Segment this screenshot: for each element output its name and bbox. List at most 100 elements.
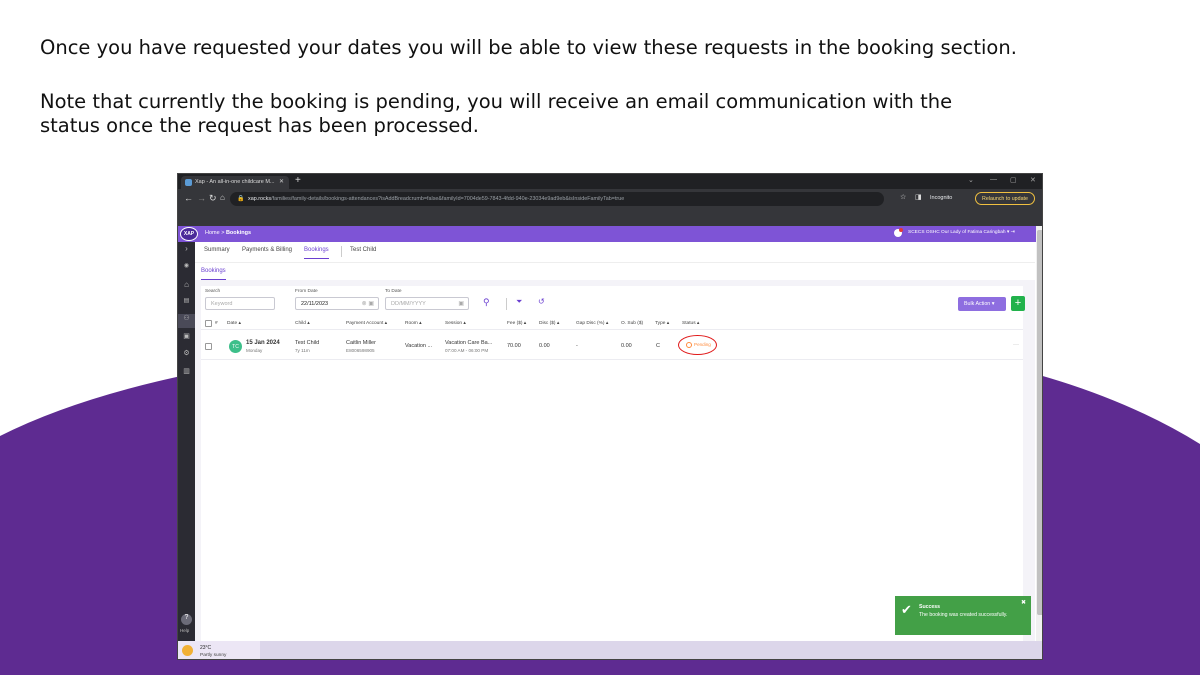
help-icon[interactable]: ? [181, 614, 192, 625]
back-arrow-icon[interactable]: ← [184, 193, 193, 203]
row-day: Monday [246, 348, 263, 353]
minimize-icon[interactable]: — [990, 176, 997, 183]
side-panel-icon[interactable]: ◨ [915, 193, 922, 201]
relaunch-to-update-button[interactable]: Relaunch to update [975, 192, 1035, 205]
col-date[interactable]: Date ▴ [227, 321, 241, 326]
col-room[interactable]: Room ▴ [405, 321, 422, 326]
close-window-icon[interactable]: ✕ [1030, 176, 1036, 184]
temperature: 23°C [200, 645, 212, 651]
weather-widget[interactable]: 23°C Partly sunny [178, 641, 260, 659]
partly-sunny-icon [182, 645, 193, 656]
col-status[interactable]: Status ▴ [682, 321, 699, 326]
keyword-search-input[interactable]: Keyword [205, 297, 275, 310]
add-booking-button[interactable]: + [1011, 296, 1025, 311]
bulk-action-label: Bulk Action [964, 301, 991, 307]
expand-chevron-icon[interactable]: › [178, 244, 195, 258]
cs-badge-icon[interactable]: ◉ [178, 262, 195, 276]
centre-selector[interactable]: SCECS OSHC Our Lady of Fatima Caringbah … [908, 230, 1015, 235]
lock-icon: 🔒 [237, 196, 245, 202]
col-child[interactable]: Child ▴ [295, 321, 310, 326]
from-date-label: From Date [295, 289, 318, 294]
header-divider [201, 329, 1023, 330]
reports-nav-icon[interactable]: ▥ [178, 367, 195, 381]
reload-icon[interactable]: ↻ [209, 193, 217, 204]
to-date-label: To Date [385, 289, 402, 294]
row-fee: 70.00 [507, 343, 521, 349]
tab-bookings-inner[interactable]: Bookings [201, 268, 226, 280]
from-date-value: 22/11/2023 [301, 301, 329, 307]
col-o-sub: O. Sub ($) [621, 321, 644, 326]
close-tab-icon[interactable]: ✕ [279, 178, 284, 185]
url-path: /families/family-details/bookings-attend… [271, 196, 625, 202]
search-label: Search [205, 289, 221, 294]
slide: Once you have requested your dates you w… [0, 0, 1200, 675]
col-gap-disc[interactable]: Gap Disc (%) ▴ [576, 321, 608, 326]
browser-tab-title: Xap - An all-in-one childcare M... [195, 179, 275, 185]
row-date: 15 Jan 2024 [246, 340, 280, 346]
row-checkbox[interactable] [205, 343, 212, 350]
new-tab-icon[interactable]: + [295, 175, 301, 186]
toast-title: Success [919, 604, 941, 610]
calendar-icon[interactable]: ⊗ ▣ [362, 300, 374, 307]
select-all-checkbox[interactable] [205, 320, 212, 327]
row-child[interactable]: Test Child [295, 340, 319, 346]
scrollbar-thumb[interactable] [1037, 230, 1042, 615]
help-label: Help [180, 628, 190, 633]
side-navigation: › ◉ ⌂ ▤ ⚇ ▣ ⚙ ▥ ? Help [178, 242, 195, 644]
from-date-input[interactable]: 22/11/2023 ⊗ ▣ [295, 297, 379, 310]
highlight-circle [678, 335, 717, 355]
instruction-text-2: Note that currently the booking is pendi… [40, 90, 953, 137]
centre-name: SCECS OSHC Our Lady of Fatima Caringbah [908, 230, 1006, 235]
bookings-inner-tabs: Bookings [195, 262, 1035, 280]
to-date-input[interactable]: DD/MM/YYYY ▣ [385, 297, 469, 310]
restore-icon[interactable]: ▢ [1010, 176, 1017, 184]
avatar: TC [229, 340, 242, 353]
col-payment-account[interactable]: Payment Account ▴ [346, 321, 387, 326]
xap-logo[interactable]: XAP [180, 227, 198, 241]
browser-screenshot: Xap - An all-in-one childcare M... ✕ + ⌄… [177, 173, 1043, 660]
chart-nav-icon[interactable]: ▤ [178, 297, 195, 311]
main-content: Summary Payments & Billing Bookings Test… [195, 242, 1035, 644]
calendar-icon[interactable]: ▣ [458, 300, 464, 307]
col-disc-dollar[interactable]: Disc ($) ▴ [539, 321, 559, 326]
families-nav-icon[interactable]: ⚇ [178, 314, 195, 328]
close-toast-icon[interactable]: ✖ [1021, 599, 1026, 606]
bookmark-star-icon[interactable]: ☆ [900, 193, 906, 201]
search-icon[interactable]: ⚲ [483, 297, 490, 308]
browser-tab-bar: Xap - An all-in-one childcare M... ✕ + ⌄… [178, 174, 1042, 189]
bookmark-bar [178, 209, 1042, 226]
breadcrumb: Home > Bookings [205, 230, 251, 236]
address-bar-row: ← → ↻ ⌂ 🔒 xap.rocks/families/family-deta… [178, 189, 1042, 209]
col-session[interactable]: Session ▴ [445, 321, 466, 326]
col-type[interactable]: Type ▴ [655, 321, 669, 326]
instruction-text-1: Once you have requested your dates you w… [40, 36, 1017, 59]
row-more-icon[interactable]: ··· [1013, 342, 1019, 348]
forward-arrow-icon[interactable]: → [197, 193, 206, 203]
url-bar[interactable]: 🔒 xap.rocks/families/family-details/book… [230, 192, 884, 206]
reset-history-icon[interactable]: ↺ [538, 297, 545, 306]
col-fee[interactable]: Fee ($) ▴ [507, 321, 526, 326]
incognito-indicator[interactable]: Incognito [930, 192, 952, 201]
home-icon[interactable]: ⌂ [220, 193, 225, 202]
tab-summary[interactable]: Summary [204, 247, 230, 253]
chevron-down-icon[interactable]: ⌄ [968, 176, 974, 184]
notification-bell-icon[interactable] [894, 228, 903, 237]
settings-nav-icon[interactable]: ⚙ [178, 349, 195, 363]
tab-child-name[interactable]: Test Child [350, 247, 376, 253]
row-child-age: 7y 11m [295, 348, 310, 353]
page-scrollbar[interactable] [1036, 226, 1042, 644]
filter-icon[interactable]: ⏷ [516, 297, 522, 307]
browser-tab[interactable]: Xap - An all-in-one childcare M... ✕ [181, 176, 289, 189]
breadcrumb-home[interactable]: Home [205, 230, 220, 236]
app-top-bar: XAP Home > Bookings SCECS OSHC Our Lady … [178, 226, 1042, 242]
row-session: Vacation Care Ba... [445, 340, 493, 346]
accounts-nav-icon[interactable]: ▣ [178, 332, 195, 346]
bulk-action-button[interactable]: Bulk Action ▾ [958, 297, 1006, 311]
tab-bookings[interactable]: Bookings [304, 247, 329, 259]
tab-payments-billing[interactable]: Payments & Billing [242, 247, 292, 253]
col-hash: # [215, 321, 218, 326]
home-nav-icon[interactable]: ⌂ [178, 280, 195, 294]
tab-divider [341, 246, 342, 257]
notification-dot [899, 228, 903, 232]
row-payment-account[interactable]: Caitlin Miller [346, 340, 376, 346]
